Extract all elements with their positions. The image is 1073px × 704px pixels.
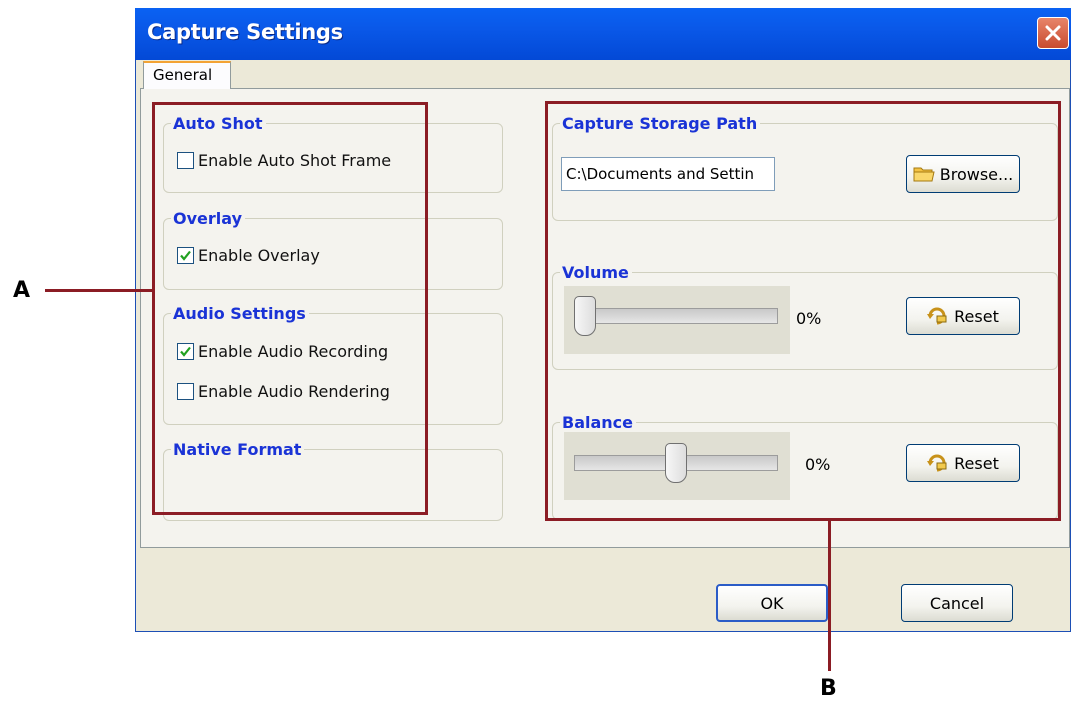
annotation-box-a [152, 102, 428, 515]
tab-general[interactable]: General [143, 61, 231, 89]
ok-button-label: OK [760, 593, 784, 613]
annotation-line-a [45, 289, 153, 292]
annotation-box-b [545, 101, 1061, 521]
annotation-label-a: A [13, 278, 31, 303]
close-button[interactable] [1037, 17, 1069, 49]
ok-button[interactable]: OK [716, 584, 828, 622]
annotation-label-b: B [820, 676, 837, 701]
window-title: Capture Settings [147, 20, 343, 44]
close-icon [1045, 25, 1061, 41]
annotation-line-b [828, 521, 831, 671]
cancel-button[interactable]: Cancel [901, 584, 1013, 622]
cancel-button-label: Cancel [929, 593, 985, 613]
title-bar[interactable]: Capture Settings [135, 8, 1071, 60]
